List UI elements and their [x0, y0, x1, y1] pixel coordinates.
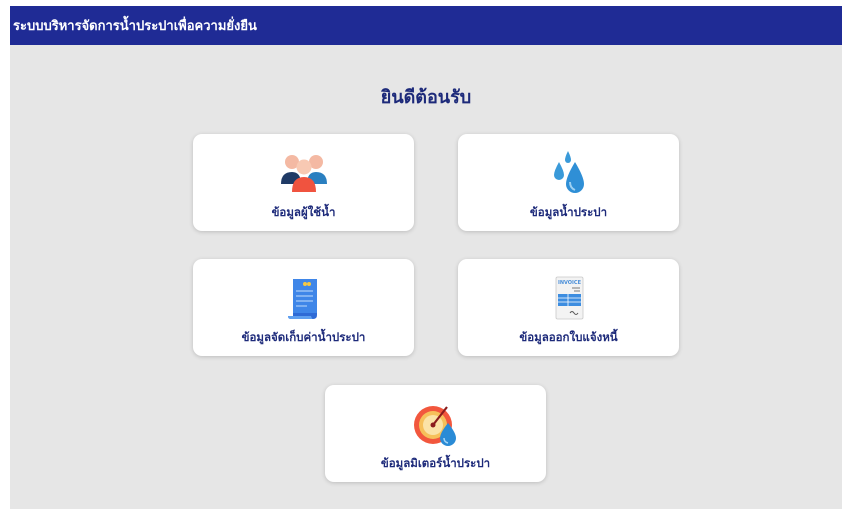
app-title: ระบบบริหารจัดการน้ำประปาเพื่อความยั่งยืน	[13, 19, 257, 34]
card-label: ข้อมูลจัดเก็บค่าน้ำประปา	[241, 330, 366, 344]
users-icon	[280, 155, 327, 192]
app-frame: ระบบบริหารจัดการน้ำประปาเพื่อความยั่งยืน…	[10, 6, 842, 509]
card-water-meter[interactable]: ข้อมูลมิเตอร์น้ำประปา	[325, 385, 546, 482]
card-invoice[interactable]: INVOICE ข้อมูลออกใบแจ้งหนี้	[458, 259, 679, 356]
receipt-icon	[287, 279, 317, 319]
card-label: ข้อมูลน้ำประปา	[529, 205, 608, 219]
water-drops-icon	[553, 151, 584, 193]
invoice-icon: INVOICE	[555, 276, 583, 320]
water-meter-icon	[413, 406, 456, 446]
card-label: ข้อมูลมิเตอร์น้ำประปา	[380, 456, 491, 470]
card-label: ข้อมูลออกใบแจ้งหนี้	[519, 330, 618, 344]
card-water-users[interactable]: ข้อมูลผู้ใช้น้ำ	[193, 134, 414, 231]
card-water-fee-collection[interactable]: ข้อมูลจัดเก็บค่าน้ำประปา	[193, 259, 414, 356]
card-water-info[interactable]: ข้อมูลน้ำประปา	[458, 134, 679, 231]
card-label: ข้อมูลผู้ใช้น้ำ	[271, 205, 336, 219]
svg-text:INVOICE: INVOICE	[557, 280, 581, 286]
welcome-heading: ยินดีต้อนรับ	[380, 87, 472, 108]
app-header: ระบบบริหารจัดการน้ำประปาเพื่อความยั่งยืน	[10, 6, 842, 45]
